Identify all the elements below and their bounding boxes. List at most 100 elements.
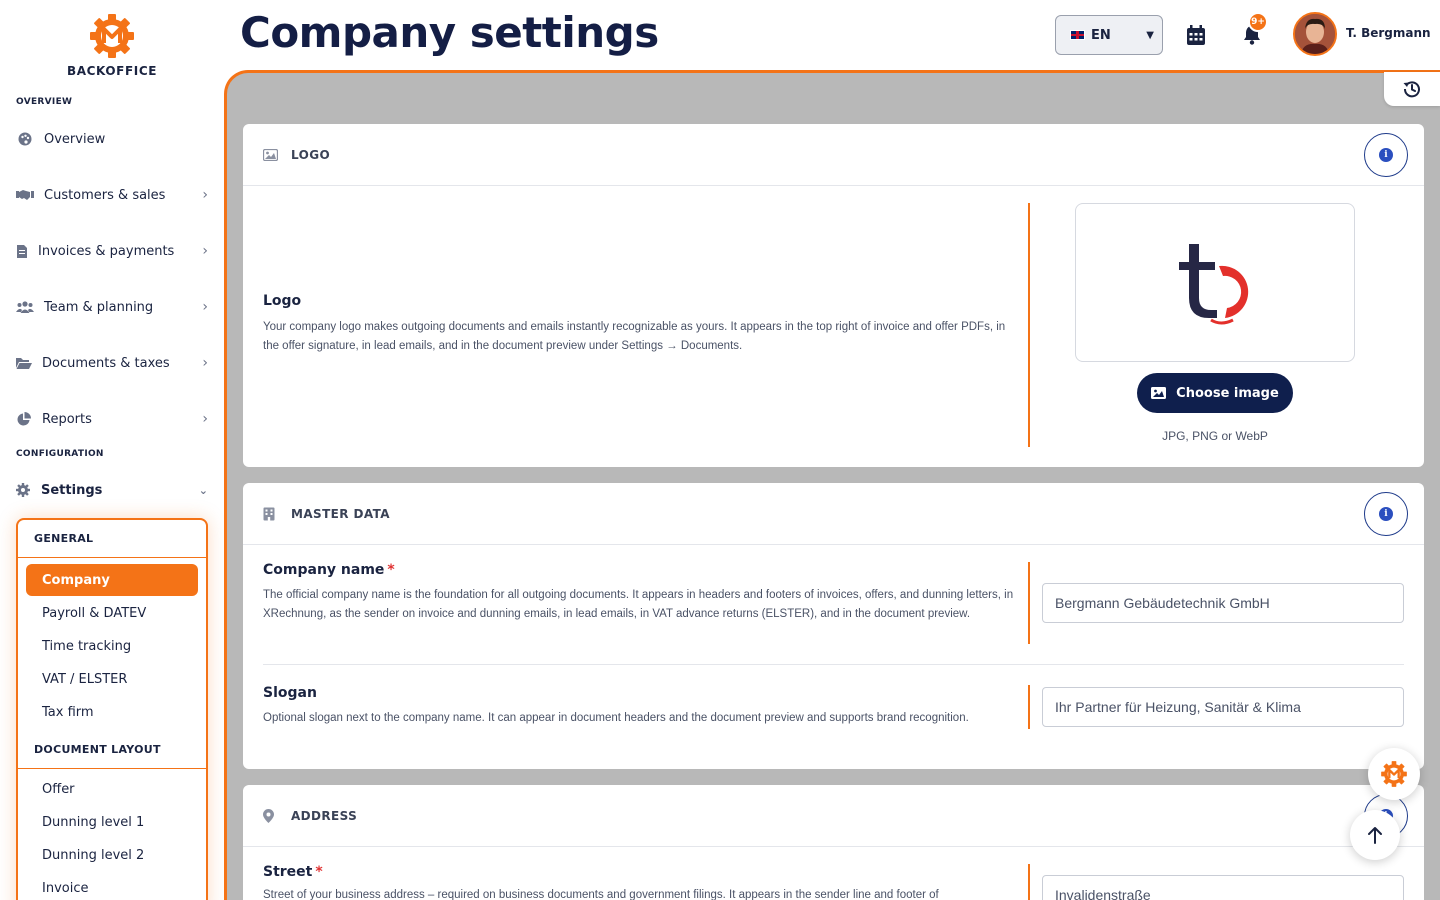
submenu-item-offer[interactable]: Offer (26, 773, 198, 805)
address-card-title: ADDRESS (291, 808, 358, 823)
calendar-button[interactable] (1185, 24, 1207, 46)
submenu-item-vat-elster[interactable]: VAT / ELSTER (26, 663, 198, 695)
sidebar-item-invoices-payments[interactable]: Invoices & payments › (16, 237, 208, 265)
street-label: Street * (263, 864, 323, 880)
user-photo-icon (1295, 14, 1335, 54)
submenu-item-tax-firm[interactable]: Tax firm (26, 696, 198, 728)
logo-info-button[interactable]: i (1364, 133, 1408, 177)
slogan-input[interactable]: Ihr Partner für Heizung, Sanitär & Klima (1042, 687, 1404, 727)
section-label-overview: OVERVIEW (16, 97, 73, 107)
sidebar-item-overview[interactable]: Overview (16, 125, 208, 153)
required-marker: * (387, 562, 395, 578)
sidebar-item-customers-sales[interactable]: Customers & sales › (16, 181, 208, 209)
submenu-item-company[interactable]: Company (26, 564, 198, 596)
submenu-item-invoice[interactable]: Invoice (26, 872, 198, 900)
field-divider (1028, 562, 1030, 644)
company-name-description: The official company name is the foundat… (263, 589, 1014, 620)
user-name[interactable]: T. Bergmann (1346, 26, 1431, 40)
chevron-right-icon: › (202, 411, 208, 427)
history-button[interactable] (1384, 72, 1440, 106)
history-icon (1403, 81, 1420, 98)
sidebar-item-label: Documents & taxes (42, 355, 170, 371)
chevron-right-icon: › (202, 299, 208, 315)
uk-flag-icon (1070, 30, 1085, 40)
submenu-item-payroll-datev[interactable]: Payroll & DATEV (26, 597, 198, 629)
settings-submenu: GENERAL Company Payroll & DATEV Time tra… (16, 518, 208, 900)
sidebar-item-label: Team & planning (44, 299, 154, 315)
info-icon: i (1379, 148, 1393, 162)
chevron-right-icon: › (202, 243, 208, 259)
page-title: Company settings (240, 8, 659, 57)
choose-image-button[interactable]: Choose image (1137, 373, 1293, 413)
sidebar: BACKOFFICE OVERVIEW Overview Customers &… (0, 0, 224, 900)
submenu-heading-general: GENERAL (18, 520, 206, 558)
slogan-label: Slogan (263, 685, 317, 701)
submenu-item-dunning-level-1[interactable]: Dunning level 1 (26, 806, 198, 838)
language-value: EN (1091, 27, 1111, 43)
language-select[interactable]: EN ▼ (1055, 15, 1163, 55)
submenu-heading-document-layout: DOCUMENT LAYOUT (18, 731, 206, 769)
street-input[interactable]: Invalidenstraße (1042, 875, 1404, 900)
scroll-to-top-button[interactable] (1350, 810, 1400, 860)
gear-icon (16, 483, 30, 497)
chevron-right-icon: › (202, 355, 208, 371)
chevron-down-icon: ▼ (1146, 29, 1154, 41)
master-data-info-button[interactable]: i (1364, 492, 1408, 536)
choose-image-label: Choose image (1176, 385, 1279, 401)
gear-logo-icon (90, 14, 134, 58)
submenu-item-time-tracking[interactable]: Time tracking (26, 630, 198, 662)
logo-preview[interactable] (1075, 203, 1355, 362)
section-label-configuration: CONFIGURATION (16, 449, 104, 459)
sidebar-item-settings[interactable]: Settings ⌄ (16, 476, 208, 504)
company-name-label: Company name * (263, 562, 395, 578)
map-pin-icon (263, 808, 279, 823)
handshake-icon (16, 188, 34, 202)
sidebar-item-documents-taxes[interactable]: Documents & taxes › (16, 349, 208, 377)
building-icon (263, 507, 279, 521)
master-data-card-title: MASTER DATA (291, 506, 390, 521)
field-divider (1028, 203, 1030, 447)
logo-field-label: Logo (263, 293, 302, 309)
sidebar-item-label: Settings (41, 482, 103, 498)
image-icon (1151, 387, 1167, 399)
submenu-item-dunning-level-2[interactable]: Dunning level 2 (26, 839, 198, 871)
chevron-down-icon: ⌄ (198, 483, 208, 497)
required-marker: * (315, 864, 323, 880)
street-label-text: Street (263, 864, 313, 880)
sidebar-item-label: Overview (44, 131, 106, 147)
image-icon (263, 148, 279, 162)
field-divider (1028, 685, 1030, 729)
info-icon: i (1379, 507, 1393, 521)
brand-name: BACKOFFICE (66, 64, 158, 78)
row-separator (263, 664, 1404, 665)
company-name-label-text: Company name (263, 562, 385, 578)
sidebar-item-reports[interactable]: Reports › (16, 405, 208, 433)
company-name-input[interactable]: Bergmann Gebäudetechnik GmbH (1042, 583, 1404, 623)
avatar[interactable] (1293, 12, 1337, 56)
field-divider (1028, 864, 1030, 900)
company-logo-image (1179, 243, 1249, 324)
master-data-card-header: MASTER DATA i (243, 483, 1424, 545)
sidebar-item-label: Invoices & payments (38, 243, 175, 259)
file-type-hint: JPG, PNG or WebP (1162, 429, 1268, 443)
logo-field-description: Your company logo makes outgoing documen… (263, 321, 1006, 352)
logo-card: LOGO i Logo Your company logo makes outg… (243, 124, 1424, 467)
invoice-icon (16, 244, 28, 258)
brand[interactable]: BACKOFFICE (0, 12, 224, 78)
address-card: ADDRESS i Street* Street of your busines… (243, 785, 1424, 900)
palette-icon (16, 132, 34, 146)
sidebar-item-label: Reports (42, 411, 92, 427)
street-description: Street of your business address – requir… (263, 889, 939, 900)
gear-logo-icon (1381, 761, 1407, 787)
sidebar-item-label: Customers & sales (44, 187, 166, 203)
address-card-header: ADDRESS i (243, 785, 1424, 847)
pie-chart-icon (16, 412, 32, 426)
assistant-button[interactable] (1368, 748, 1420, 800)
master-data-card: MASTER DATA i Company name * The official… (243, 483, 1424, 769)
arrow-up-icon (1368, 827, 1382, 844)
slogan-description: Optional slogan next to the company name… (263, 712, 969, 724)
users-icon (16, 300, 34, 314)
chevron-right-icon: › (202, 187, 208, 203)
sidebar-item-team-planning[interactable]: Team & planning › (16, 293, 208, 321)
logo-card-title: LOGO (291, 147, 331, 162)
